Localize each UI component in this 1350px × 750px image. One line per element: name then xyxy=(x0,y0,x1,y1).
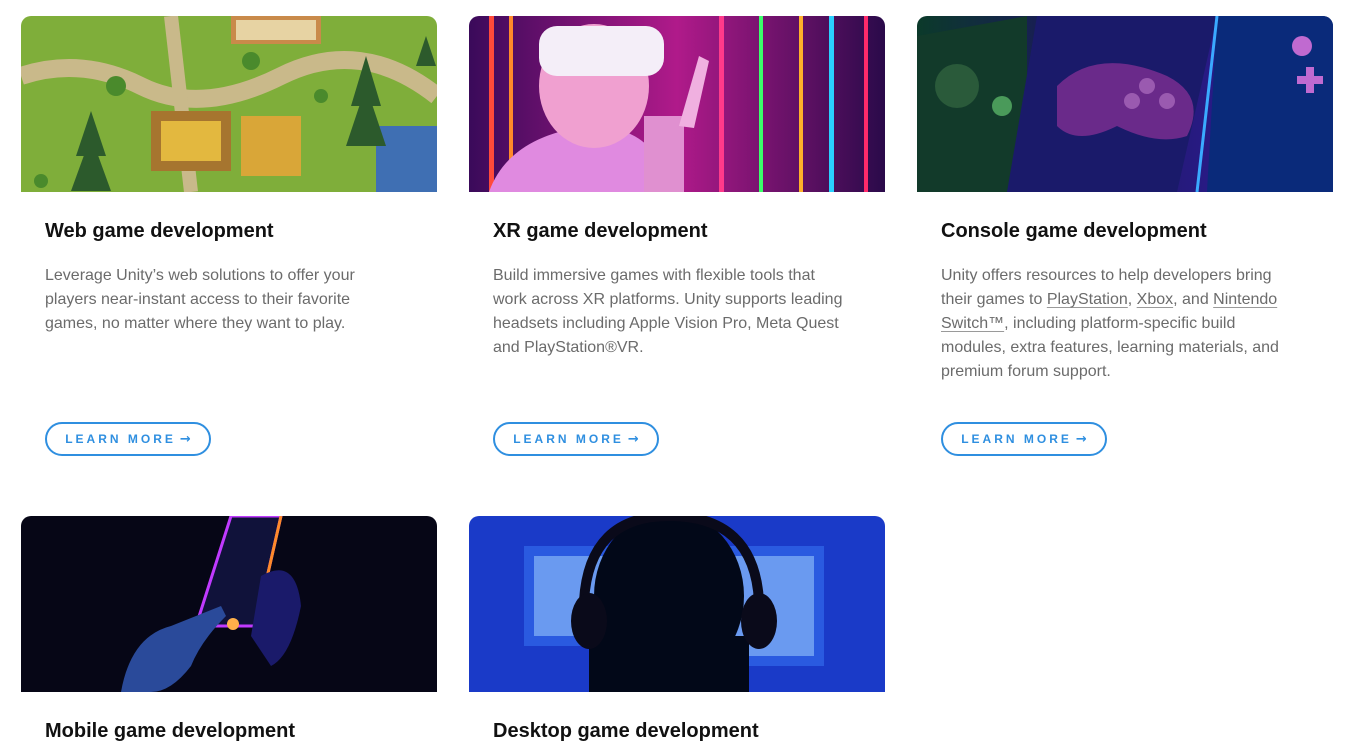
gamer-with-headphones-at-monitor-image xyxy=(469,516,885,692)
button-label: LEARN MORE xyxy=(513,432,624,446)
learn-more-button[interactable]: LEARN MORE → xyxy=(941,422,1107,456)
card-mobile-game-development: Mobile game development xyxy=(21,516,437,750)
learn-more-button[interactable]: LEARN MORE → xyxy=(45,422,211,456)
card-description: Leverage Unity’s web solutions to offer … xyxy=(45,267,355,332)
xbox-link[interactable]: Xbox xyxy=(1137,291,1173,308)
card-xr-game-development: XR game development Build immersive game… xyxy=(469,16,885,476)
card-console-game-development: Console game development Unity offers re… xyxy=(917,16,1333,476)
card-title: XR game development xyxy=(493,220,708,242)
button-label: LEARN MORE xyxy=(961,432,1072,446)
card-title: Console game development xyxy=(941,220,1207,242)
neon-hand-touching-phone-image xyxy=(21,516,437,692)
card-description: Unity offers resources to help developer… xyxy=(941,267,1279,380)
card-description: Build immersive games with flexible tool… xyxy=(493,267,843,356)
person-in-vr-headset-neon-image xyxy=(469,16,885,192)
arrow-right-icon: → xyxy=(627,431,639,447)
card-desktop-game-development: Desktop game development xyxy=(469,516,885,750)
card-web-game-development: Web game development Leverage Unity’s we… xyxy=(21,16,437,476)
arrow-right-icon: → xyxy=(179,431,191,447)
learn-more-button[interactable]: LEARN MORE → xyxy=(493,422,659,456)
game-controllers-neon-image xyxy=(917,16,1333,192)
arrow-right-icon: → xyxy=(1075,431,1087,447)
card-title: Web game development xyxy=(45,220,274,242)
card-title: Desktop game development xyxy=(493,720,759,742)
card-title: Mobile game development xyxy=(45,720,296,742)
playstation-link[interactable]: PlayStation xyxy=(1047,291,1128,308)
button-label: LEARN MORE xyxy=(65,432,176,446)
pixel-art-farm-village-image xyxy=(21,16,437,192)
